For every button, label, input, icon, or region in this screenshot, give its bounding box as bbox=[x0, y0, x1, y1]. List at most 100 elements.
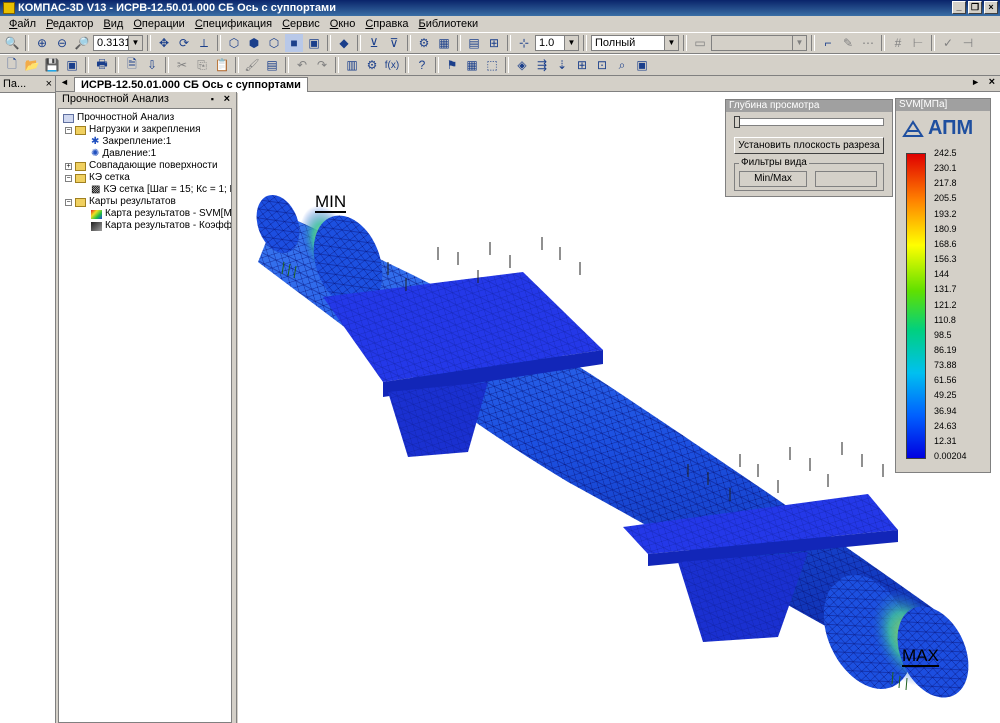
title-bar: КОМПАС-3D V13 - ИСРВ-12.50.01.000 СБ Ось… bbox=[0, 0, 1000, 16]
apm-material-icon[interactable]: ◈ bbox=[513, 56, 531, 74]
save-all-icon[interactable]: ▣ bbox=[63, 56, 81, 74]
wireframe-icon[interactable]: ⬡ bbox=[225, 34, 243, 52]
tree-node-coincident-surfaces[interactable]: + Совпадающие поверхности bbox=[65, 160, 218, 172]
tab-scroll-left-icon[interactable]: ◄ bbox=[60, 77, 69, 87]
shaded-icon[interactable]: ■ bbox=[285, 34, 303, 52]
cut-icon[interactable]: ✂ bbox=[173, 56, 191, 74]
style-icon[interactable]: ▭ bbox=[691, 34, 709, 52]
zoom-scale-icon[interactable]: 🔎 bbox=[73, 34, 91, 52]
copy-icon[interactable]: ⎘ bbox=[193, 56, 211, 74]
tree-node-result-maps[interactable]: − Карты результатов bbox=[65, 196, 176, 208]
apm-report-icon[interactable]: ⌕ bbox=[613, 56, 631, 74]
rotate-icon[interactable]: ⟳ bbox=[175, 34, 193, 52]
tree-panel-close-icon[interactable]: × bbox=[224, 92, 230, 106]
shaded-edges-icon[interactable]: ▣ bbox=[305, 34, 323, 52]
collapse-icon[interactable]: − bbox=[65, 126, 72, 134]
collapse-icon[interactable]: − bbox=[65, 174, 72, 182]
set-section-plane-button[interactable]: Установить плоскость разреза bbox=[734, 137, 884, 154]
properties-icon[interactable]: ⚙ bbox=[415, 34, 433, 52]
tab-scroll-right-icon[interactable]: ► bbox=[971, 77, 980, 87]
grid-snap-icon[interactable]: # bbox=[889, 34, 907, 52]
menu-view[interactable]: Вид bbox=[98, 18, 128, 30]
zoom-out-icon[interactable]: ⊖ bbox=[53, 34, 71, 52]
grid-icon[interactable]: ▦ bbox=[435, 34, 453, 52]
minimize-icon[interactable]: _ bbox=[952, 1, 966, 14]
save-icon[interactable]: 💾 bbox=[43, 56, 61, 74]
app-icon[interactable] bbox=[3, 2, 15, 14]
menu-libraries[interactable]: Библиотеки bbox=[414, 18, 484, 30]
thin-lines-icon[interactable]: ⬡ bbox=[265, 34, 283, 52]
redo-icon[interactable]: ↷ bbox=[313, 56, 331, 74]
menu-editor[interactable]: Редактор bbox=[41, 18, 98, 30]
zoom-in-icon[interactable]: ⊕ bbox=[33, 34, 51, 52]
hidden-lines-icon[interactable]: ⬢ bbox=[245, 34, 263, 52]
apm-pressure-icon[interactable]: ⇣ bbox=[553, 56, 571, 74]
close-icon[interactable]: × bbox=[984, 1, 998, 14]
snap-icon[interactable]: ⌐ bbox=[819, 34, 837, 52]
tree-node-loads[interactable]: − Нагрузки и закрепления bbox=[65, 124, 201, 136]
paste-icon[interactable]: 📋 bbox=[213, 56, 231, 74]
help-cursor-icon[interactable]: ? bbox=[413, 56, 431, 74]
tree-node-result-svm[interactable]: Карта результатов - SVM[МПа bbox=[91, 208, 231, 220]
tree-node-fe-mesh-params[interactable]: ▩ КЭ сетка [Шаг = 15; Кс = 1; Кр bbox=[91, 184, 231, 196]
apm-results-icon[interactable]: ⊡ bbox=[593, 56, 611, 74]
variables-icon[interactable]: ⚙ bbox=[363, 56, 381, 74]
properties-brush-icon[interactable]: 🖌 bbox=[243, 56, 261, 74]
style-combo[interactable]: ▼ bbox=[711, 35, 807, 51]
tree-node-pressure[interactable]: ✺ Давление:1 bbox=[91, 148, 156, 160]
step-combo[interactable]: 1.0 ▼ bbox=[535, 35, 579, 51]
tree-node-fe-mesh[interactable]: − КЭ сетка bbox=[65, 172, 130, 184]
menu-service[interactable]: Сервис bbox=[277, 18, 325, 30]
apm-load-icon[interactable]: ⇶ bbox=[533, 56, 551, 74]
function-icon[interactable]: f(x) bbox=[383, 56, 401, 74]
slider-thumb[interactable] bbox=[734, 116, 740, 128]
edit-icon[interactable]: ✎ bbox=[839, 34, 857, 52]
apm-mesh-icon[interactable]: ▦ bbox=[463, 56, 481, 74]
measure-icon[interactable]: ✓ bbox=[939, 34, 957, 52]
apm-settings-icon[interactable]: ▣ bbox=[633, 56, 651, 74]
select-filter-icon[interactable]: ⊽ bbox=[385, 34, 403, 52]
filter-icon[interactable]: ⊻ bbox=[365, 34, 383, 52]
menu-help[interactable]: Справка bbox=[360, 18, 413, 30]
tab-document[interactable]: ИСРВ-12.50.01.000 СБ Ось с суппортами bbox=[74, 77, 308, 93]
menu-operations[interactable]: Операции bbox=[128, 18, 189, 30]
manager-icon[interactable]: ▤ bbox=[263, 56, 281, 74]
apm-model-icon[interactable]: ⚑ bbox=[443, 56, 461, 74]
params-icon[interactable]: ⋯ bbox=[859, 34, 877, 52]
expand-icon[interactable]: + bbox=[65, 162, 72, 170]
pin-icon[interactable]: ▪ bbox=[211, 92, 214, 106]
tab-close-icon[interactable]: × bbox=[989, 76, 995, 88]
new-document-icon[interactable]: 🗋 bbox=[3, 56, 21, 74]
view-depth-slider[interactable] bbox=[734, 116, 884, 128]
step-icon[interactable]: ⊹ bbox=[515, 34, 533, 52]
tree-icon[interactable]: ⊞ bbox=[485, 34, 503, 52]
tree-node-root[interactable]: Прочностной Анализ bbox=[63, 112, 174, 124]
export-icon[interactable]: ⇩ bbox=[143, 56, 161, 74]
apm-calc-icon[interactable]: ⊞ bbox=[573, 56, 591, 74]
collapse-icon[interactable]: − bbox=[65, 198, 72, 206]
view-mode-combo[interactable]: Полный ▼ bbox=[591, 35, 679, 51]
tree-node-result-safety[interactable]: Карта результатов - Коэфф. з bbox=[91, 220, 231, 232]
pan-icon[interactable]: ✥ bbox=[155, 34, 173, 52]
left-panel-close-icon[interactable]: × bbox=[46, 76, 52, 92]
undo-icon[interactable]: ↶ bbox=[293, 56, 311, 74]
more-icon[interactable]: ⊣ bbox=[959, 34, 977, 52]
apm-support-icon[interactable]: ⬚ bbox=[483, 56, 501, 74]
menu-window[interactable]: Окно bbox=[325, 18, 361, 30]
orientation-icon[interactable]: ⟂ bbox=[195, 34, 213, 52]
preview-icon[interactable]: 🗎 bbox=[123, 56, 141, 74]
minmax-filter-button[interactable]: Min/Max bbox=[739, 171, 807, 187]
tree-node-fixation[interactable]: ✱ Закрепление:1 bbox=[91, 136, 171, 148]
restore-icon[interactable]: ❐ bbox=[968, 1, 982, 14]
ortho-icon[interactable]: ⊢ bbox=[909, 34, 927, 52]
menu-specification[interactable]: Спецификация bbox=[190, 18, 277, 30]
zoom-window-icon[interactable]: 🔍 bbox=[3, 34, 21, 52]
menu-file[interactable]: Файл bbox=[4, 18, 41, 30]
zoom-combo[interactable]: 0.3131 ▼ bbox=[93, 35, 143, 51]
perspective-icon[interactable]: ◆ bbox=[335, 34, 353, 52]
print-icon[interactable]: 🖶 bbox=[93, 56, 111, 74]
open-icon[interactable]: 📂 bbox=[23, 56, 41, 74]
library-manager-icon[interactable]: ▥ bbox=[343, 56, 361, 74]
filter-field[interactable] bbox=[815, 171, 877, 187]
layers-icon[interactable]: ▤ bbox=[465, 34, 483, 52]
